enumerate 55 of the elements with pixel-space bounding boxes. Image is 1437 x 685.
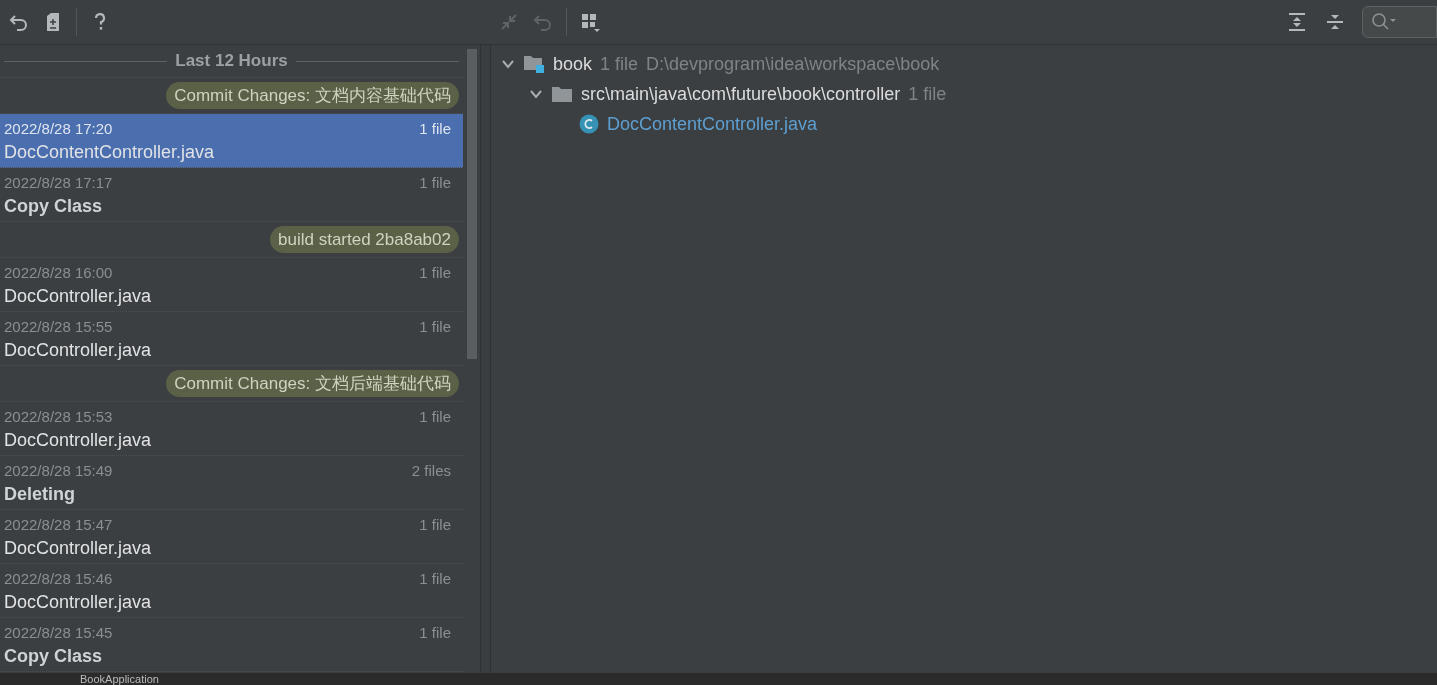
entry-title: Deleting — [4, 482, 76, 505]
file-count: 1 file — [419, 173, 451, 193]
file-count: 1 file — [419, 623, 451, 643]
entry-title: DocController.java — [4, 284, 153, 307]
history-entry[interactable]: 2022/8/28 17:17 1 file Copy Class — [0, 168, 463, 222]
scrollbar-thumb[interactable] — [466, 49, 477, 359]
history-entry[interactable]: 2022/8/28 15:49 2 files Deleting — [0, 456, 463, 510]
file-count: 1 file — [419, 263, 451, 283]
timestamp: 2022/8/28 15:53 — [4, 407, 113, 427]
file-count: 2 files — [411, 461, 451, 481]
search-field[interactable] — [1362, 6, 1437, 38]
timestamp: 2022/8/28 15:55 — [4, 317, 113, 337]
entry-title: DocController.java — [4, 590, 153, 613]
expand-all-icon[interactable] — [1286, 11, 1308, 33]
path-text: D:\devprogram\idea\workspace\book — [646, 52, 940, 76]
run-config-label: BookApplication — [80, 673, 159, 685]
file-count: 1 file — [419, 407, 451, 427]
grid-dropdown-icon[interactable] — [579, 11, 601, 33]
file-count: 1 file — [419, 569, 451, 589]
history-entry[interactable]: 2022/8/28 15:47 1 file DocController.java — [0, 510, 463, 564]
entry-title: DocController.java — [4, 338, 153, 361]
timestamp: 2022/8/28 15:46 — [4, 569, 113, 589]
history-entry[interactable]: 2022/8/28 16:00 1 file DocController.java — [0, 258, 463, 312]
group-header: Last 12 Hours — [175, 50, 288, 73]
tree-node-label[interactable]: src\main\java\com\future\book\controller — [581, 80, 901, 108]
label-tag: Commit Changes: 文档后端基础代码 — [166, 369, 459, 398]
class-icon — [579, 114, 599, 134]
entry-title: DocController.java — [4, 536, 153, 559]
file-count: 1 file — [419, 317, 451, 337]
file-count: 1 file — [908, 82, 947, 106]
file-count: 1 file — [600, 52, 639, 76]
entry-title: DocController.java — [4, 428, 153, 451]
history-entry[interactable]: 2022/8/28 15:53 1 file DocController.java — [0, 402, 463, 456]
file-count: 1 file — [419, 119, 451, 139]
search-icon — [1371, 12, 1397, 32]
folder-icon — [551, 85, 573, 103]
label-tag: build started 2ba8ab02 — [270, 225, 459, 254]
history-entry[interactable]: 2022/8/28 17:20 1 file DocContentController.java — [0, 114, 463, 168]
timestamp: 2022/8/28 16:00 — [4, 263, 113, 283]
timestamp: 2022/8/28 15:49 — [4, 461, 113, 481]
entry-title: Copy Class — [4, 194, 104, 217]
entry-title: Copy Class — [4, 644, 104, 667]
module-folder-icon — [523, 54, 545, 74]
label-tag: Commit Changes: 文档内容基础代码 — [166, 81, 459, 110]
tree-node-label[interactable]: book — [553, 50, 593, 78]
entry-title: DocContentController.java — [4, 140, 216, 163]
file-count: 1 file — [419, 515, 451, 535]
history-entry[interactable]: 2022/8/28 15:55 1 file DocController.java — [0, 312, 463, 366]
history-entry[interactable]: 2022/8/28 15:46 1 file DocController.java — [0, 564, 463, 618]
timestamp: 2022/8/28 15:45 — [4, 623, 113, 643]
tree-node-label[interactable]: DocContentController.java — [607, 110, 818, 138]
timestamp: 2022/8/28 17:20 — [4, 119, 113, 139]
timestamp: 2022/8/28 15:47 — [4, 515, 113, 535]
history-entry[interactable]: 2022/8/28 15:45 1 file Copy Class — [0, 618, 463, 672]
timestamp: 2022/8/28 17:17 — [4, 173, 113, 193]
